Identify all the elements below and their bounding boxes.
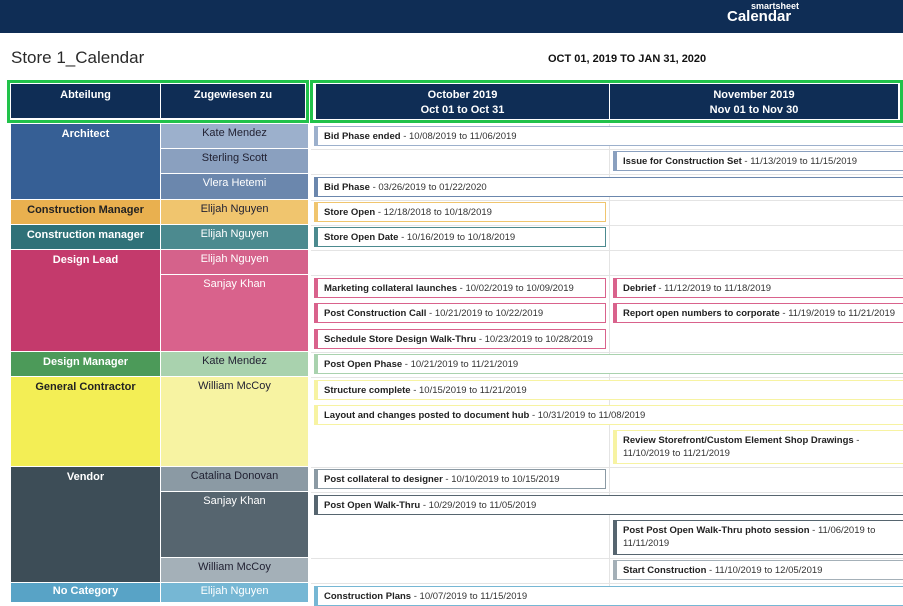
assignee-cell: Elijah Nguyen bbox=[161, 225, 309, 250]
task-bar[interactable]: Post Open Walk-Thru - 10/29/2019 to 11/0… bbox=[314, 495, 903, 515]
dept-design-manager: Design Manager bbox=[11, 352, 161, 377]
row-divider bbox=[311, 200, 903, 201]
row-divider bbox=[311, 492, 903, 493]
task-bar[interactable]: Marketing collateral launches - 10/02/20… bbox=[314, 278, 606, 298]
highlight-frame-left bbox=[7, 80, 309, 123]
task-bar[interactable]: Structure complete - 10/15/2019 to 11/21… bbox=[314, 380, 903, 400]
task-bar[interactable]: Construction Plans - 10/07/2019 to 11/15… bbox=[314, 586, 903, 606]
dept-architect: Architect bbox=[11, 124, 161, 200]
task-bar[interactable]: Post Post Open Walk-Thru photo session -… bbox=[613, 520, 903, 555]
task-bar[interactable]: Debrief - 11/12/2019 to 11/18/2019 bbox=[613, 278, 903, 298]
task-bar[interactable]: Review Storefront/Custom Element Shop Dr… bbox=[613, 430, 903, 464]
row-divider bbox=[311, 174, 903, 175]
row-divider bbox=[311, 377, 903, 378]
row-divider bbox=[311, 467, 903, 468]
task-bar[interactable]: Bid Phase - 03/26/2019 to 01/22/2020 bbox=[314, 177, 903, 197]
assignee-cell: Elijah Nguyen bbox=[161, 200, 309, 225]
row-divider bbox=[311, 558, 903, 559]
assignee-cell: Sterling Scott bbox=[161, 149, 309, 174]
top-bar: smartsheet Calendar bbox=[0, 0, 903, 33]
dept-no-category: No Category bbox=[11, 583, 161, 603]
task-bar[interactable]: Post collateral to designer - 10/10/2019… bbox=[314, 469, 606, 489]
assignee-cell: Kate Mendez bbox=[161, 124, 309, 149]
row-divider bbox=[311, 225, 903, 226]
row-divider bbox=[311, 583, 903, 584]
assignee-cell: Kate Mendez bbox=[161, 352, 309, 377]
task-bar[interactable]: Report open numbers to corporate - 11/19… bbox=[613, 303, 903, 323]
dept-vendor: Vendor bbox=[11, 467, 161, 583]
task-bar[interactable]: Start Construction - 11/10/2019 to 12/05… bbox=[613, 560, 903, 580]
assignee-cell: Sanjay Khan bbox=[161, 492, 309, 558]
row-divider bbox=[311, 149, 903, 150]
row-divider bbox=[311, 352, 903, 353]
assignee-cell: Vlera Hetemi bbox=[161, 174, 309, 200]
task-bar[interactable]: Post Construction Call - 10/21/2019 to 1… bbox=[314, 303, 606, 323]
assignee-cell: Sanjay Khan bbox=[161, 275, 309, 352]
row-divider bbox=[311, 275, 903, 276]
dept-general-contractor: General Contractor bbox=[11, 377, 161, 467]
task-bar[interactable]: Layout and changes posted to document hu… bbox=[314, 405, 903, 425]
task-bar[interactable]: Store Open Date - 10/16/2019 to 10/18/20… bbox=[314, 227, 606, 247]
assignee-cell: Catalina Donovan bbox=[161, 467, 309, 492]
highlight-frame-right bbox=[310, 80, 903, 123]
row-divider bbox=[311, 250, 903, 251]
date-range: OCT 01, 2019 TO JAN 31, 2020 bbox=[548, 53, 707, 65]
dept-design-lead: Design Lead bbox=[11, 250, 161, 352]
assignee-cell: William McCoy bbox=[161, 377, 309, 467]
task-bar[interactable]: Bid Phase ended - 10/08/2019 to 11/06/20… bbox=[314, 126, 903, 146]
dept-construction-manager-2: Construction manager bbox=[11, 225, 161, 250]
assignee-cell: William McCoy bbox=[161, 558, 309, 583]
task-bar[interactable]: Schedule Store Design Walk-Thru - 10/23/… bbox=[314, 329, 606, 349]
dept-construction-manager: Construction Manager bbox=[11, 200, 161, 225]
brand-title: Calendar bbox=[727, 8, 792, 25]
page-title: Store 1_Calendar bbox=[11, 48, 145, 67]
task-bar[interactable]: Post Open Phase - 10/21/2019 to 11/21/20… bbox=[314, 354, 903, 374]
task-bar[interactable]: Store Open - 12/18/2018 to 10/18/2019 bbox=[314, 202, 606, 222]
assignee-cell: Elijah Nguyen bbox=[161, 583, 309, 603]
assignee-cell: Elijah Nguyen bbox=[161, 250, 309, 275]
task-bar[interactable]: Issue for Construction Set - 11/13/2019 … bbox=[613, 151, 903, 171]
